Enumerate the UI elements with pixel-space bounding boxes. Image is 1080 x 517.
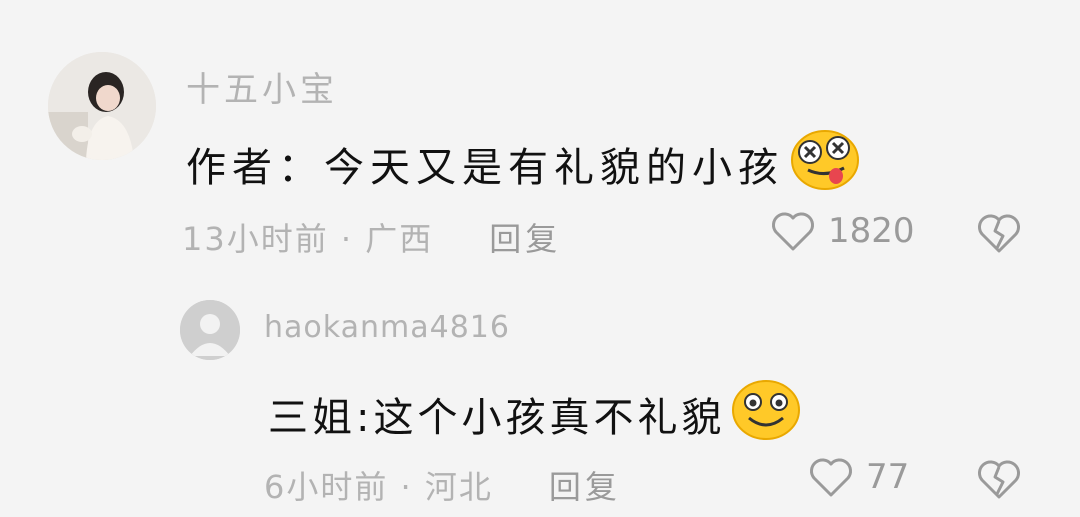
smiling-face-emoji-icon bbox=[731, 378, 801, 450]
child-photo-avatar bbox=[48, 52, 156, 160]
like-count: 1820 bbox=[828, 211, 915, 251]
comment-text: 三姐:这个小孩真不礼貌 bbox=[268, 378, 801, 450]
heart-icon bbox=[810, 458, 852, 497]
default-user-icon bbox=[180, 300, 240, 360]
like-count: 77 bbox=[866, 457, 910, 497]
heart-icon bbox=[772, 212, 814, 251]
comment-text: 作者：今天又是有礼貌的小孩 bbox=[186, 128, 860, 200]
time-location: 6小时前 · 河北 bbox=[264, 468, 493, 506]
dislike-button[interactable] bbox=[976, 458, 1022, 504]
username[interactable]: 十五小宝 bbox=[186, 62, 338, 111]
like-button[interactable]: 1820 bbox=[770, 210, 915, 252]
comment-text-body: 三姐:这个小孩真不礼貌 bbox=[268, 395, 726, 441]
broken-heart-icon bbox=[978, 460, 1020, 499]
reply-button[interactable]: 回复 bbox=[549, 462, 621, 508]
avatar[interactable] bbox=[180, 300, 240, 360]
comment-meta: 6小时前 · 河北 回复 bbox=[264, 462, 621, 508]
username[interactable]: haokanma4816 bbox=[264, 310, 510, 345]
star-struck-tongue-emoji-icon bbox=[790, 128, 860, 200]
comment-meta: 13小时前 · 广西 回复 bbox=[182, 214, 561, 260]
comment-text-body: 作者：今天又是有礼貌的小孩 bbox=[186, 145, 784, 191]
broken-heart-icon bbox=[978, 214, 1020, 253]
like-button[interactable]: 77 bbox=[808, 456, 909, 498]
dislike-button[interactable] bbox=[976, 212, 1022, 258]
avatar[interactable] bbox=[48, 52, 156, 160]
reply-button[interactable]: 回复 bbox=[489, 214, 561, 260]
time-location: 13小时前 · 广西 bbox=[182, 220, 434, 258]
